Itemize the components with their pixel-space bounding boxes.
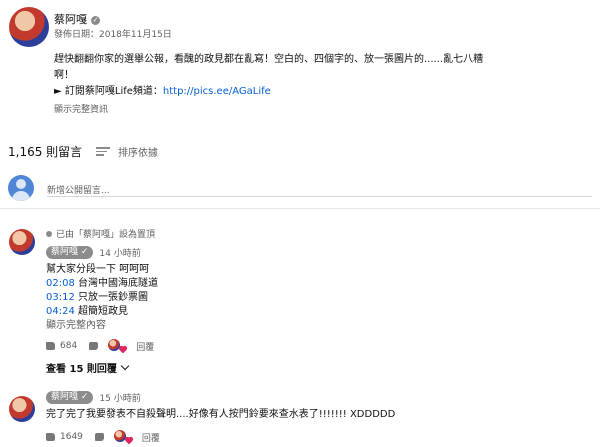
timestamp-link[interactable]: 03:12 <box>46 292 75 303</box>
section-divider <box>0 208 600 209</box>
publish-date: 發佈日期：2018年11月15日 <box>54 30 172 40</box>
channel-name-row: 蔡阿嘎 ✓ <box>54 11 100 27</box>
timestamp-text: 超簡短政見 <box>78 306 129 317</box>
thumbs-down-icon[interactable] <box>94 433 104 441</box>
new-comment-input[interactable]: 新增公開留言... <box>47 178 592 197</box>
author-chip[interactable]: 蔡阿嘎 ✓ <box>46 246 94 259</box>
timestamp-row: 03:12 只放一張鈔票圖 <box>46 291 158 305</box>
show-more-button[interactable]: 顯示完整資訊 <box>54 102 108 115</box>
timestamp-link[interactable]: 02:08 <box>46 278 75 289</box>
comment-header: 蔡阿嘎 ✓ 15 小時前 <box>46 391 141 404</box>
thumbs-up-icon <box>46 433 55 441</box>
comment-time[interactable]: 14 小時前 <box>99 246 140 259</box>
thumbs-down-icon[interactable] <box>89 342 99 350</box>
comment-author: 蔡阿嘎 <box>51 247 79 257</box>
timestamp-row: 02:08 台灣中國海底隧道 <box>46 277 158 291</box>
view-replies-button[interactable]: 查看 15 則回覆 <box>46 360 130 375</box>
comment-count: 1,165 則留言 <box>8 145 83 159</box>
subscribe-line: ► 訂閱蔡阿嘎Life頻道：http://pics.ee/AGaLife <box>54 84 594 100</box>
verified-check-icon: ✓ <box>91 16 100 25</box>
thumbs-up-icon <box>46 342 55 350</box>
new-comment-placeholder: 新增公開留言... <box>47 186 110 196</box>
comment-time[interactable]: 15 小時前 <box>99 391 140 404</box>
like-button[interactable]: 1649 <box>46 432 83 442</box>
pin-icon <box>46 230 52 237</box>
sort-label: 排序依據 <box>118 148 158 159</box>
read-more-button[interactable]: 顯示完整內容 <box>46 319 158 333</box>
comment-actions: 1649 回覆 <box>46 430 160 445</box>
comment-line-1: 幫大家分段一下 呵呵呵 <box>46 264 150 275</box>
comment-avatar[interactable] <box>9 396 35 422</box>
channel-name[interactable]: 蔡阿嘎 <box>54 13 87 26</box>
sort-by-button[interactable]: 排序依據 <box>96 144 158 159</box>
chevron-down-icon <box>120 361 130 371</box>
view-replies-label: 查看 15 則回覆 <box>46 364 117 375</box>
subscribe-link[interactable]: http://pics.ee/AGaLife <box>163 86 271 97</box>
like-count: 1649 <box>60 432 83 442</box>
pinned-label: 已由「蔡阿嘎」設為置頂 <box>56 230 156 240</box>
reply-button[interactable]: 回覆 <box>136 340 154 353</box>
comment-avatar[interactable] <box>9 229 35 255</box>
creator-heart-icon <box>113 430 133 445</box>
video-description: 趕快翻翻你家的選舉公報，看醜的政見都在亂寫！空白的、四個字的、放一張圖片的...… <box>54 52 594 100</box>
author-chip[interactable]: 蔡阿嘎 ✓ <box>46 391 94 404</box>
subscribe-prefix: ► 訂閱蔡阿嘎Life頻道： <box>54 86 163 97</box>
like-count: 684 <box>60 341 78 351</box>
timestamp-row: 04:24 超簡短政見 <box>46 305 158 319</box>
description-line-2: 啊！ <box>54 70 74 81</box>
channel-avatar[interactable] <box>9 7 49 47</box>
comment-body: 完了完了我要發表不自殺聲明....好像有人按門鈴要來查水表了!!!!!!! XD… <box>46 409 396 420</box>
like-button[interactable]: 684 <box>46 341 77 351</box>
comment-header: 蔡阿嘎 ✓ 14 小時前 <box>46 246 141 259</box>
creator-heart-icon <box>108 339 127 354</box>
sort-icon <box>96 145 110 158</box>
comment-actions: 684 回覆 <box>46 339 154 354</box>
timestamp-link[interactable]: 04:24 <box>46 306 75 317</box>
comment-author: 蔡阿嘎 <box>51 392 79 402</box>
pinned-indicator: 已由「蔡阿嘎」設為置頂 <box>46 227 155 240</box>
timestamp-text: 台灣中國海底隧道 <box>78 278 159 289</box>
comment-body: 幫大家分段一下 呵呵呵 02:08 台灣中國海底隧道 03:12 只放一張鈔票圖… <box>46 263 158 333</box>
timestamp-text: 只放一張鈔票圖 <box>78 292 149 303</box>
user-avatar-icon <box>8 175 34 201</box>
description-line-1: 趕快翻翻你家的選舉公報，看醜的政見都在亂寫！空白的、四個字的、放一張圖片的...… <box>54 54 484 65</box>
reply-button[interactable]: 回覆 <box>142 431 160 444</box>
